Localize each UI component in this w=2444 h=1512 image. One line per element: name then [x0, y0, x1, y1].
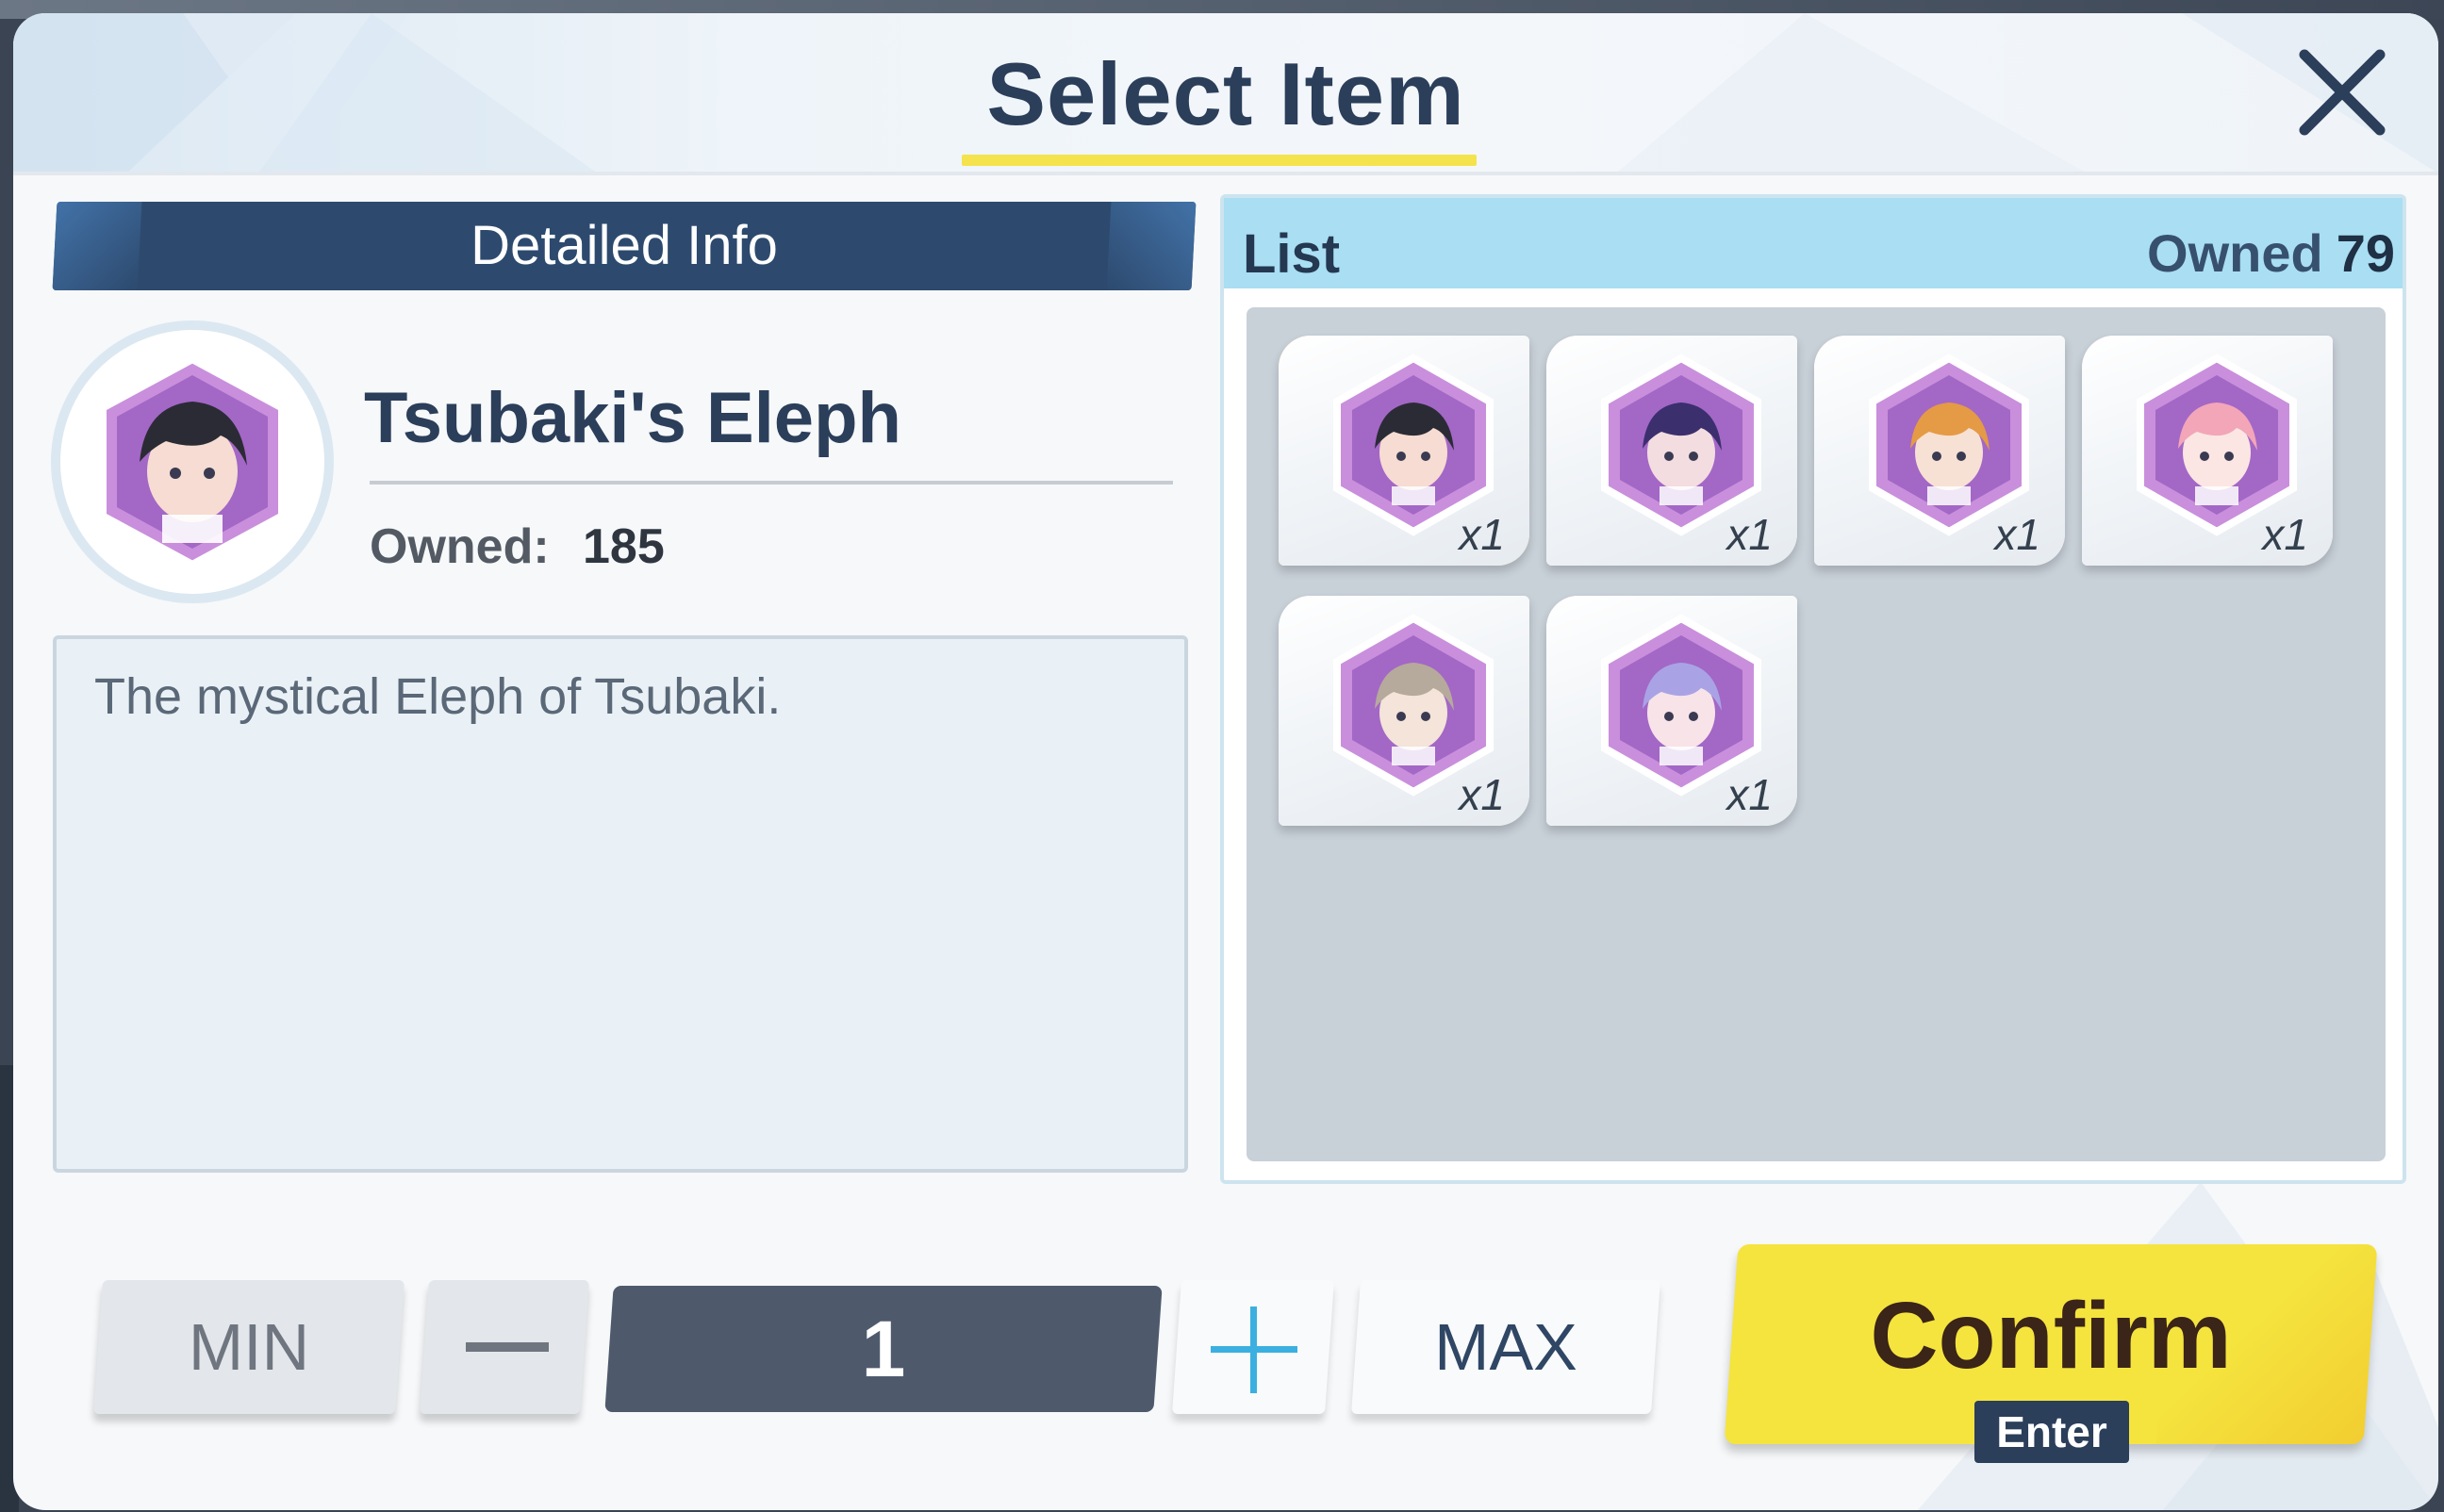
- close-button[interactable]: [2291, 41, 2393, 143]
- description-text: The mystical Eleph of Tsubaki.: [94, 668, 782, 725]
- min-label: MIN: [188, 1310, 310, 1384]
- item-icon-frame: [51, 320, 334, 603]
- eleph-icon: [97, 353, 288, 571]
- item-quantity: x1: [2262, 510, 2308, 559]
- item-quantity: x1: [1459, 770, 1505, 819]
- detailed-info-label: Detailed Info: [471, 215, 778, 276]
- minus-icon: [466, 1342, 549, 1352]
- max-label: MAX: [1434, 1310, 1577, 1384]
- confirm-label: Confirm: [1870, 1283, 2232, 1389]
- item-name-divider: [370, 481, 1173, 485]
- list-title: List: [1243, 223, 1341, 285]
- list-owned-label: Owned: [2147, 223, 2323, 283]
- close-icon: [2299, 49, 2386, 136]
- item-slot[interactable]: x1: [1279, 596, 1529, 826]
- item-slot[interactable]: x1: [1546, 336, 1797, 566]
- item-name: Tsubaki's Eleph: [364, 378, 901, 458]
- item-quantity: x1: [1459, 510, 1505, 559]
- list-owned-count: Owned 79: [2147, 222, 2395, 284]
- item-quantity: x1: [1994, 510, 2040, 559]
- item-quantity: x1: [1726, 510, 1773, 559]
- description-box: The mystical Eleph of Tsubaki.: [53, 635, 1188, 1173]
- title-underline: [962, 155, 1477, 166]
- item-quantity: x1: [1726, 770, 1773, 819]
- dialog-title: Select Item: [986, 44, 1465, 143]
- owned-value: 185: [583, 519, 665, 574]
- owned-label: Owned:: [370, 519, 550, 574]
- item-slot[interactable]: x1: [1546, 596, 1797, 826]
- quantity-value: 1: [861, 1305, 906, 1393]
- item-slot[interactable]: x1: [1279, 336, 1529, 566]
- header-divider: [13, 172, 2438, 175]
- list-owned-number: 79: [2336, 223, 2395, 283]
- item-slot[interactable]: x1: [2082, 336, 2333, 566]
- item-slot[interactable]: x1: [1814, 336, 2065, 566]
- plus-icon: [1211, 1307, 1297, 1393]
- enter-shortcut-badge: Enter: [1974, 1401, 2129, 1463]
